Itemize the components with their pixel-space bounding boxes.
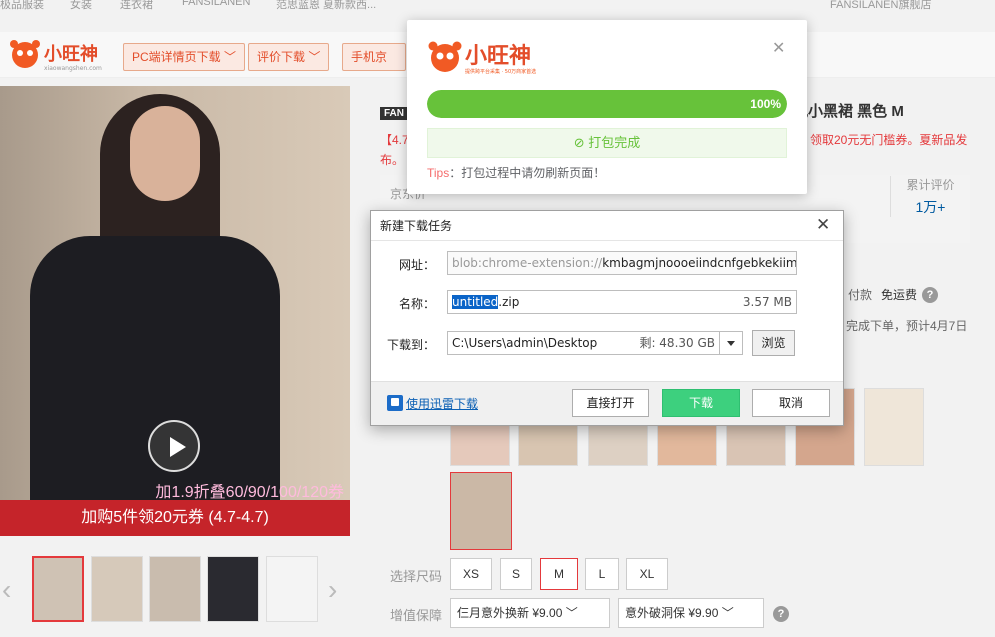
thumbnail[interactable] — [91, 556, 143, 622]
download-button[interactable]: 下载 — [662, 389, 740, 417]
rating-value: 1万+ — [915, 199, 946, 215]
size-label: 选择尺码 — [390, 569, 443, 584]
pack-modal: 小旺神 提供跨平台采集 · 50万商家首选 ✕ 100% ⊘ 打包完成 Tips… — [407, 20, 807, 194]
pc-detail-download-button[interactable]: PC端详情页下载 ﹀ — [123, 43, 246, 71]
filename-selected: untitled — [452, 295, 499, 309]
pack-done-status: ⊘ 打包完成 — [427, 128, 787, 158]
url-field[interactable]: blob:chrome-extension://kmbagmjnoooeiind… — [447, 251, 797, 275]
plugin-brand-url: xiaowangshen.com — [44, 65, 102, 72]
thumbnail[interactable] — [149, 556, 201, 622]
rating-summary[interactable]: 累计评价 1万+ — [890, 176, 970, 217]
thunder-link-text: 使用迅雷下载 — [406, 397, 479, 411]
promo-banner: 加购5件领20元券 (4.7-4.7) — [0, 500, 350, 536]
close-icon[interactable]: ✕ — [816, 215, 830, 235]
url-rest: kmbagmjnoooeiindcnfgebkekiim — [602, 256, 797, 270]
chevron-right-icon[interactable]: › — [328, 574, 337, 606]
tips-text: ：打包过程中请勿刷新页面！ — [449, 166, 606, 180]
thumbnail-strip — [0, 556, 350, 626]
chevron-down-icon[interactable] — [719, 331, 743, 355]
tips-key: Tips — [427, 166, 450, 180]
path-field[interactable]: C:\Users\admin\Desktop 剩: 48.30 GB — [447, 331, 720, 355]
filename-field[interactable]: untitled.zip 3.57 MB — [447, 290, 797, 314]
url-prefix: blob:chrome-extension:// — [452, 256, 603, 270]
size-option[interactable]: XL — [626, 558, 668, 590]
size-option-selected[interactable]: M — [540, 558, 578, 590]
service-option[interactable]: 意外破洞保 ¥9.90 ﹀ — [618, 598, 764, 628]
breadcrumb-item[interactable]: 极品服装 — [0, 0, 44, 10]
download-dialog: 新建下载任务 ✕ 网址： blob:chrome-extension://kmb… — [370, 210, 844, 426]
help-icon[interactable]: ? — [773, 606, 789, 622]
dialog-title: 新建下载任务 — [371, 211, 843, 241]
help-icon[interactable]: ? — [922, 287, 938, 303]
promo-right: 领取20元无门槛券。夏新品发 — [810, 133, 968, 147]
size-option[interactable]: XS — [450, 558, 492, 590]
size-option[interactable]: S — [500, 558, 532, 590]
url-label: 网址： — [398, 258, 435, 272]
thunder-icon — [387, 395, 403, 411]
thumbnail[interactable] — [32, 556, 84, 622]
mobile-jd-button[interactable]: 手机京东 — [342, 43, 406, 71]
breadcrumb-item[interactable]: FANSILANEN — [182, 0, 250, 8]
check-circle-icon: ⊘ — [573, 135, 585, 150]
breadcrumb-item[interactable]: 连衣裙 — [120, 0, 153, 10]
plugin-brand: 小旺神 — [44, 43, 98, 65]
name-label: 名称： — [398, 297, 435, 311]
free-space: 剩: 48.30 GB — [639, 336, 715, 350]
xiaowangshen-logo: 小旺神 xiaowangshen.com — [10, 40, 102, 72]
pay-text: 付款 — [848, 288, 873, 302]
service-label: 增值保障 — [390, 608, 443, 623]
video-play-icon[interactable] — [148, 420, 200, 472]
close-icon[interactable]: ✕ — [772, 38, 785, 58]
path-value: C:\Users\admin\Desktop — [452, 336, 598, 350]
file-size: 3.57 MB — [742, 295, 792, 309]
open-directly-button[interactable]: 直接打开 — [572, 389, 649, 417]
color-swatch-selected[interactable] — [450, 472, 512, 550]
service-option[interactable]: 仨月意外换新 ¥9.00 ﹀ — [450, 598, 610, 628]
promo-prefix: 【4.7 — [380, 133, 409, 147]
pack-tips: Tips：打包过程中请勿刷新页面！ — [427, 164, 605, 181]
shipping-estimate: 完成下单，预计4月7日 — [846, 319, 968, 333]
pack-progress-bar: 100% — [427, 90, 787, 118]
browse-button[interactable]: 浏览 — [752, 330, 795, 356]
pack-done-text: 打包完成 — [588, 135, 641, 150]
free-shipping: 免运费 — [881, 288, 918, 302]
pack-subtitle: 提供跨平台采集 · 50万商家首选 — [465, 68, 536, 75]
rating-label: 累计评价 — [906, 178, 955, 192]
brand-tag: FAN — [380, 107, 408, 120]
breadcrumb-item[interactable]: 范思蓝恩 夏新款西... — [276, 0, 376, 10]
progress-text: 100% — [750, 97, 781, 111]
pack-brand: 小旺神 — [465, 43, 531, 69]
cancel-button[interactable]: 取消 — [752, 389, 830, 417]
thumbnail[interactable] — [266, 556, 318, 622]
shop-name[interactable]: FANSILANEN旗舰店 — [830, 0, 931, 10]
path-label: 下载到： — [386, 338, 435, 352]
thunder-download-link[interactable]: 使用迅雷下载 — [387, 395, 478, 412]
promo-line2: 布。 — [380, 153, 405, 167]
review-download-button[interactable]: 评价下载 ﹀ — [248, 43, 330, 71]
thumbnail[interactable] — [207, 556, 259, 622]
xiaowangshen-logo: 小旺神 提供跨平台采集 · 50万商家首选 — [428, 41, 536, 75]
model-head — [130, 106, 200, 201]
color-swatch[interactable] — [864, 388, 924, 466]
size-option[interactable]: L — [585, 558, 619, 590]
filename-ext: .zip — [498, 295, 520, 309]
breadcrumb-item[interactable]: 女装 — [70, 0, 92, 10]
breadcrumb: 极品服装 女装 连衣裙 FANSILANEN 范思蓝恩 夏新款西... FANS… — [0, 0, 995, 10]
progress-fill — [427, 90, 787, 118]
